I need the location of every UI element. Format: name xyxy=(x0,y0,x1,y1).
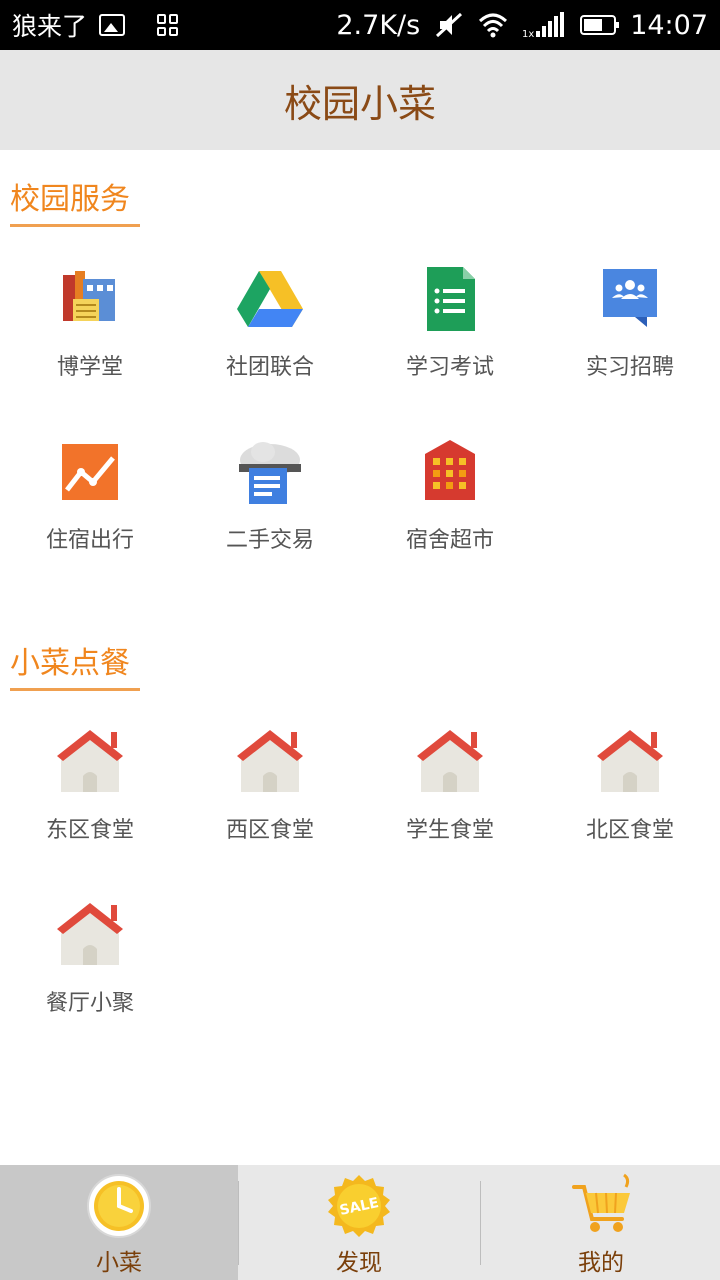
people-card-icon xyxy=(603,269,657,327)
canteen-item-restaurant-gathering[interactable]: 餐厅小聚 xyxy=(0,901,180,1051)
page-title: 校园小菜 xyxy=(283,81,436,126)
bottom-navigation: 小菜 SALE 发现 我的 xyxy=(0,1165,720,1280)
service-label: 社团联合 xyxy=(225,355,314,380)
building-icon xyxy=(63,271,115,321)
service-label: 住宿出行 xyxy=(45,528,134,553)
canteen-label: 学生食堂 xyxy=(405,818,494,843)
tab-label: 小菜 xyxy=(96,1250,142,1276)
house-icon xyxy=(57,730,123,792)
service-item-second-hand[interactable]: 二手交易 xyxy=(180,438,360,588)
service-item-internship-jobs[interactable]: 实习招聘 xyxy=(540,265,720,415)
chart-icon xyxy=(62,444,118,500)
service-item-club-union[interactable]: 社团联合 xyxy=(180,265,360,415)
service-label: 实习招聘 xyxy=(585,355,674,380)
mute-icon xyxy=(436,12,463,38)
house-icon xyxy=(597,730,663,792)
status-left: 狼来了 xyxy=(12,0,179,50)
canteen-label: 西区食堂 xyxy=(225,818,314,843)
canteen-label: 东区食堂 xyxy=(45,818,134,843)
house-icon xyxy=(237,730,303,792)
canteen-item-west[interactable]: 西区食堂 xyxy=(180,728,360,878)
house-icon xyxy=(417,730,483,792)
service-item-boxuetang[interactable]: 博学堂 xyxy=(0,265,180,415)
sale-badge-icon: SALE xyxy=(328,1175,390,1237)
signal-icon: 1x xyxy=(522,12,565,39)
tab-xiaocai[interactable]: 小菜 xyxy=(0,1165,238,1280)
tab-divider xyxy=(480,1181,481,1265)
section-title-campus-services: 校园服务 xyxy=(10,174,140,227)
canteen-item-north[interactable]: 北区食堂 xyxy=(540,728,720,878)
notification-app-name: 狼来了 xyxy=(12,12,88,41)
service-label: 二手交易 xyxy=(225,528,314,553)
image-notification-icon xyxy=(99,14,126,36)
drive-triangle-icon xyxy=(237,271,303,327)
tab-mine[interactable]: 我的 xyxy=(482,1165,720,1280)
canteen-item-east[interactable]: 东区食堂 xyxy=(0,728,180,878)
clock-icon xyxy=(87,1174,151,1238)
service-label: 学习考试 xyxy=(405,355,494,380)
tab-label: 我的 xyxy=(578,1250,624,1276)
network-speed: 2.7K/s xyxy=(336,9,421,41)
canteen-item-student[interactable]: 学生食堂 xyxy=(360,728,540,878)
store-icon xyxy=(425,440,475,500)
status-bar: 狼来了 2.7K/s 1x 14:07 xyxy=(0,0,720,50)
cart-icon xyxy=(572,1173,630,1232)
service-item-housing-travel[interactable]: 住宿出行 xyxy=(0,438,180,588)
app-header: 校园小菜 xyxy=(0,50,720,150)
service-label: 博学堂 xyxy=(56,355,123,380)
sheet-icon xyxy=(427,267,475,331)
battery-icon xyxy=(580,15,620,35)
apps-notification-icon xyxy=(157,14,179,36)
tab-divider xyxy=(238,1181,239,1265)
clock-time: 14:07 xyxy=(630,9,708,41)
svg-text:1x: 1x xyxy=(522,29,534,39)
cloud-doc-icon xyxy=(239,442,301,504)
wifi-icon xyxy=(479,13,508,38)
service-label: 宿舍超市 xyxy=(405,528,494,553)
canteen-label: 餐厅小聚 xyxy=(45,991,134,1016)
canteen-label: 北区食堂 xyxy=(585,818,674,843)
service-item-study-exam[interactable]: 学习考试 xyxy=(360,265,540,415)
service-item-dorm-store[interactable]: 宿舍超市 xyxy=(360,438,540,588)
tab-discover[interactable]: SALE 发现 xyxy=(240,1165,478,1280)
section-title-food-ordering: 小菜点餐 xyxy=(10,638,140,691)
status-right: 2.7K/s 1x 14:07 xyxy=(336,0,708,50)
tab-label: 发现 xyxy=(336,1250,382,1276)
house-icon xyxy=(57,903,123,965)
